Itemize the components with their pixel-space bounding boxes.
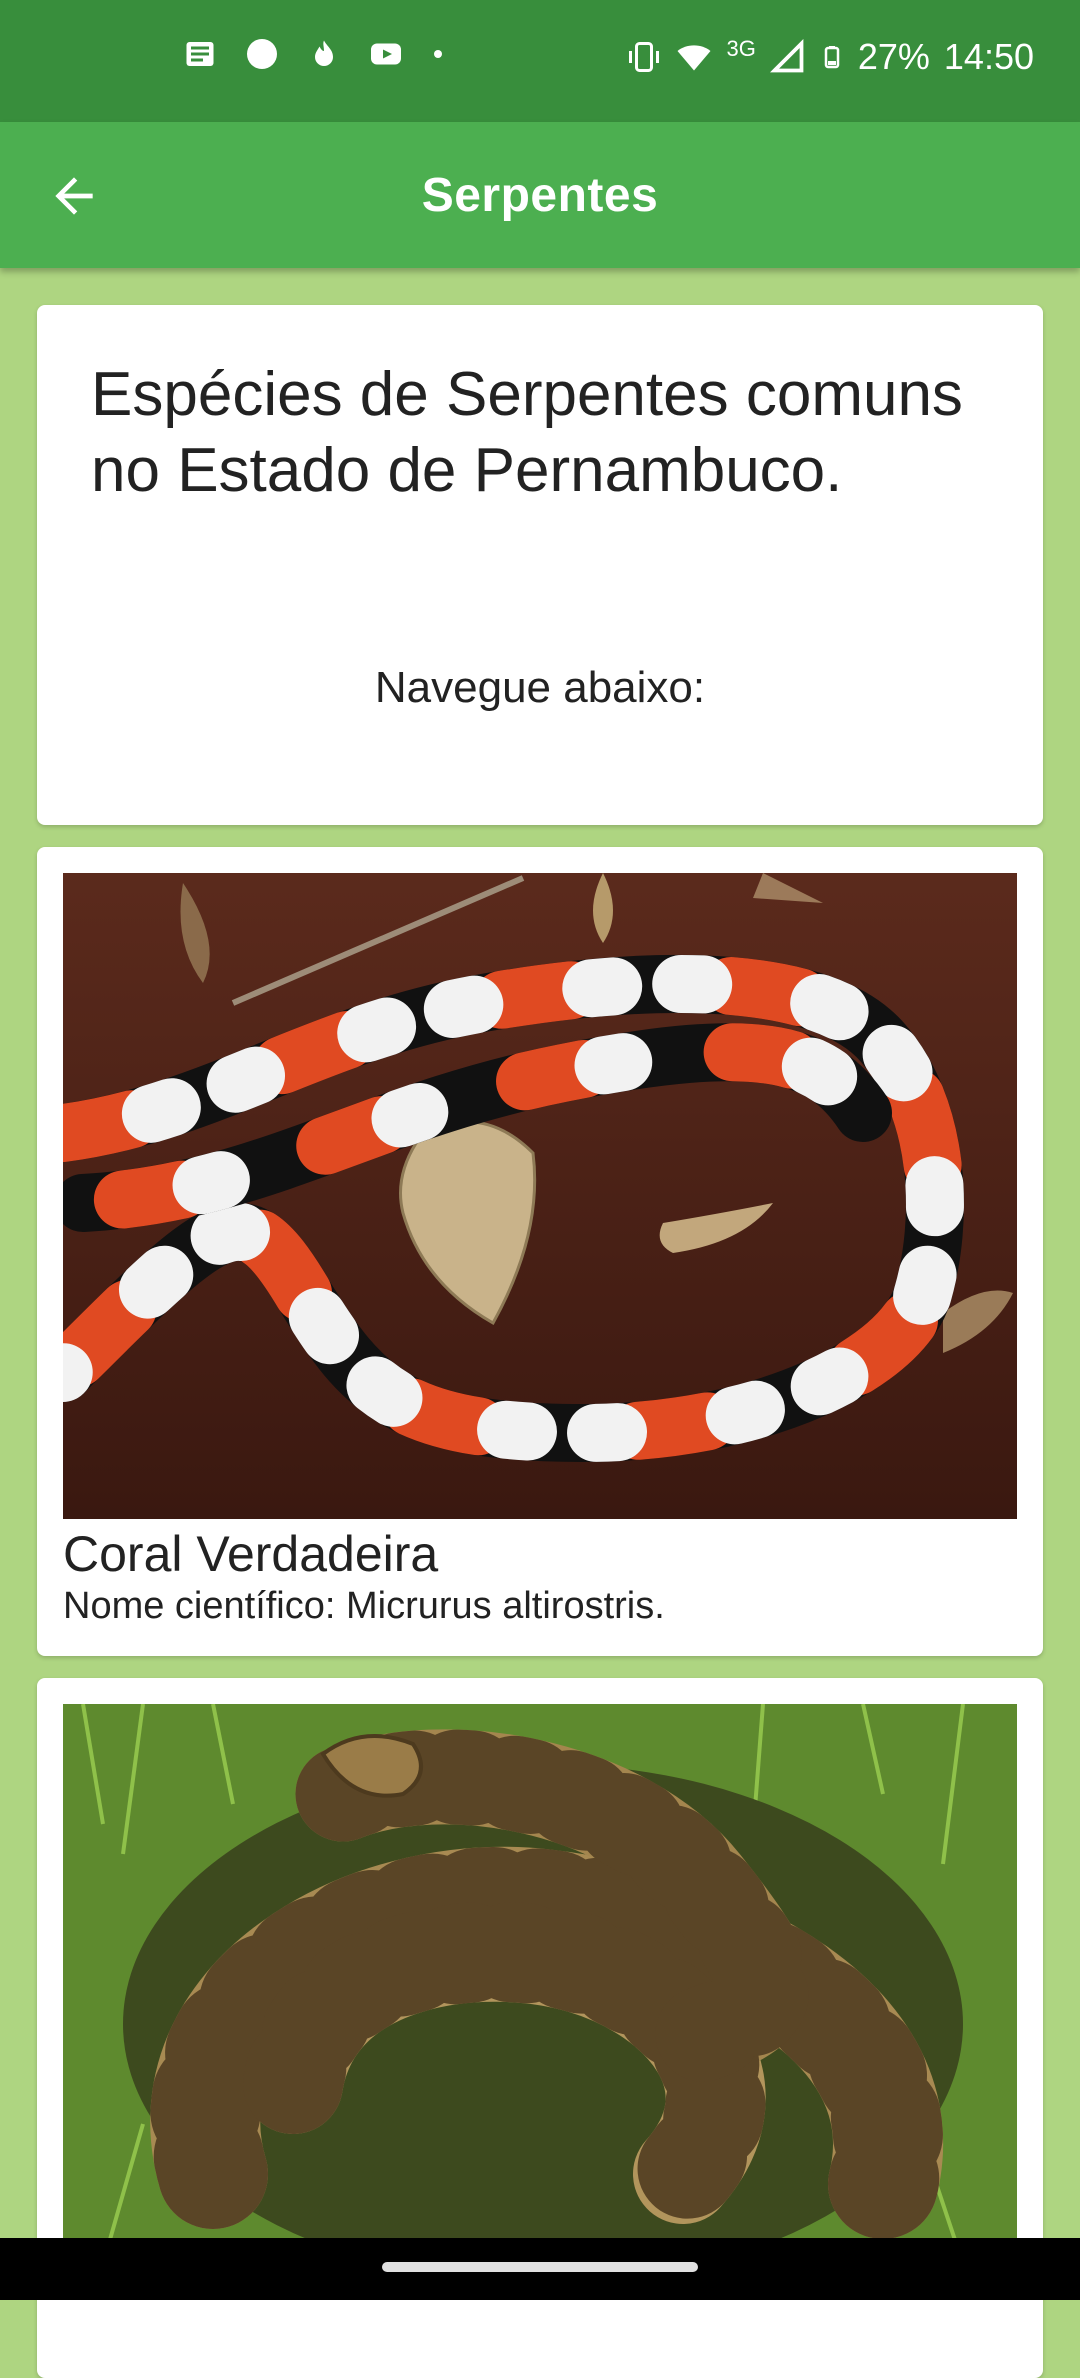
- status-bar: 3G 27% 14:50: [0, 0, 1080, 122]
- notification-icons: [182, 36, 446, 72]
- system-icons: 3G 27% 14:50: [626, 36, 1034, 78]
- news-icon: [186, 42, 214, 66]
- intro-card: Espécies de Serpentes comuns no Estado d…: [37, 305, 1043, 825]
- intro-subtitle: Navegue abaixo:: [374, 663, 706, 712]
- battery-icon: [824, 46, 840, 69]
- app-bar: Serpentes: [0, 122, 1080, 268]
- network-type: 3G: [726, 36, 756, 61]
- coral-snake-illustration: [63, 873, 1017, 1519]
- dot-icon: [434, 50, 442, 58]
- page-title: Serpentes: [421, 169, 659, 222]
- home-gesture-handle[interactable]: [382, 2262, 698, 2272]
- system-nav-bar: [0, 2238, 1080, 2300]
- snake-scientific-name: Nome científico: Micrurus altirostris.: [63, 1585, 665, 1627]
- battery-level: 27%: [857, 36, 930, 77]
- viper-snake-illustration: [63, 1704, 1017, 2264]
- snake-name: Coral Verdadeira: [63, 1526, 439, 1582]
- flame-app-icon: [315, 40, 333, 66]
- intro-title: Espécies de Serpentes comuns no Estado d…: [91, 360, 963, 505]
- clock: 14:50: [943, 36, 1034, 77]
- viper-snake-image: [63, 1704, 1017, 2264]
- wifi-icon: [677, 45, 711, 71]
- snake-card[interactable]: Coral Verdadeira Nome científico: Micrur…: [37, 847, 1043, 1656]
- youtube-icon: [371, 43, 401, 65]
- circle-app-icon: [247, 39, 277, 69]
- signal-icon: [769, 39, 804, 73]
- coral-snake-image: [63, 873, 1017, 1519]
- vibrate-icon: [629, 42, 660, 72]
